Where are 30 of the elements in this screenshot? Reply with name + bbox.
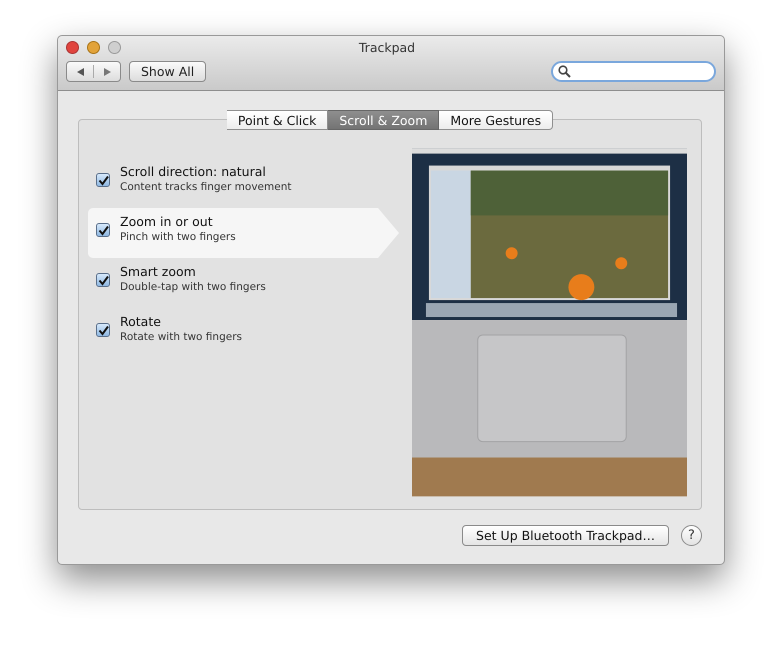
gesture-title: Smart zoom [120,263,197,280]
gesture-description: Content tracks finger movement [120,180,292,195]
navigation-buttons[interactable] [66,61,121,82]
checkbox[interactable] [96,323,110,337]
gesture-title: Zoom in or out [120,213,214,230]
gesture-row[interactable]: Scroll direction: natural Content tracks finger movement [88,158,399,208]
window-title: Trackpad [358,40,416,54]
left-triangle-icon [76,66,84,76]
selected-gesture-row[interactable]: Zoom in or out Pinch with two fingers [88,208,399,258]
gesture-description: Double-tap with two fingers [120,280,266,295]
gesture-row[interactable]: Smart zoom Double-tap with two fingers [88,258,399,308]
checkbox[interactable] [96,173,110,187]
gesture-description: Rotate with two fingers [120,330,242,345]
tab[interactable]: Point & Click [226,110,328,130]
checkbox[interactable] [96,273,110,287]
search-field[interactable] [551,61,716,82]
checkbox[interactable] [96,223,110,237]
gesture-title: Scroll direction: natural [120,163,267,180]
help-button[interactable]: ? [681,525,702,546]
show-all-button[interactable]: Show All [129,61,206,82]
close-icon[interactable] [66,40,79,54]
tab[interactable]: Scroll & Zoom [328,110,440,130]
tab[interactable]: More Gestures [439,110,554,130]
gesture-description: Pinch with two fingers [120,230,236,245]
gesture-title: Rotate [120,313,162,330]
search-icon [558,65,571,78]
setup-bluetooth-trackpad-button[interactable]: Set Up Bluetooth Trackpad… [462,525,669,546]
minimize-icon[interactable] [87,40,100,54]
gesture-row[interactable]: Rotate Rotate with two fingers [88,308,399,358]
right-triangle-icon [102,66,112,76]
